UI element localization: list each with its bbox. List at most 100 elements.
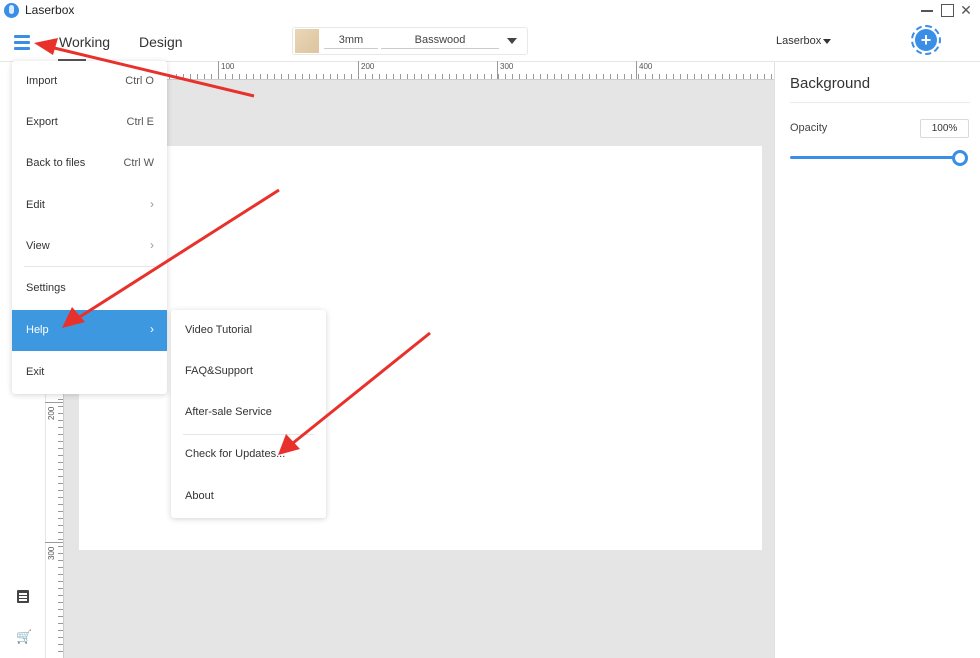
menu-item-back-to-files[interactable]: Back to files Ctrl W [12, 143, 167, 184]
ruler-tick [736, 74, 737, 79]
ruler-tick [365, 74, 366, 79]
maximize-icon[interactable] [938, 1, 956, 19]
opacity-slider-track[interactable] [790, 156, 960, 159]
menu-item-label: Import [26, 75, 58, 87]
chevron-right-icon: › [150, 238, 154, 252]
ruler-tick [526, 74, 527, 79]
ruler-tick [190, 74, 191, 79]
ruler-tick [58, 462, 63, 463]
ruler-tick [58, 574, 63, 575]
ruler-tick [596, 74, 597, 79]
ruler-tick [463, 74, 464, 79]
ruler-tick [603, 74, 604, 79]
ruler-tick [554, 74, 555, 79]
menu-item-settings[interactable]: Settings [12, 268, 167, 309]
ruler-tick [659, 74, 660, 79]
ruler-tick [470, 74, 471, 79]
opacity-input[interactable]: 100% [920, 119, 969, 138]
ruler-tick [666, 74, 667, 79]
connect-device-button[interactable]: + [911, 25, 941, 55]
opacity-slider-thumb[interactable] [952, 150, 968, 166]
ruler-tick [491, 74, 492, 79]
submenu-item-after-sale-service[interactable]: After-sale Service [171, 392, 326, 433]
ruler-tick [771, 74, 772, 79]
ruler-tick [58, 455, 63, 456]
ruler-tick [58, 546, 63, 547]
tab-working[interactable]: Working [59, 34, 110, 50]
top-toolbar: Working Design 3mm Basswood Laserbox + [0, 22, 980, 62]
ruler-tick [533, 74, 534, 79]
ruler-tick [58, 525, 63, 526]
ruler-tick [442, 74, 443, 79]
ruler-tick [58, 441, 63, 442]
menu-item-help[interactable]: Help › [12, 310, 167, 351]
device-chevron-down-icon[interactable] [823, 39, 831, 44]
close-icon[interactable]: ✕ [957, 1, 975, 19]
submenu-item-check-for-updates[interactable]: Check for Updates... [171, 434, 326, 475]
ruler-major-tick [358, 61, 359, 79]
ruler-tick [239, 74, 240, 79]
ruler-tick [58, 497, 63, 498]
ruler-label: 100 [221, 62, 235, 71]
minimize-icon[interactable] [918, 1, 936, 19]
ruler-tick [393, 74, 394, 79]
ruler-tick [484, 74, 485, 79]
menu-item-label: Help [26, 324, 49, 336]
ruler-tick [631, 74, 632, 79]
submenu-item-about[interactable]: About [171, 476, 326, 517]
chevron-right-icon: › [150, 197, 154, 211]
ruler-tick [687, 74, 688, 79]
ruler-tick [58, 490, 63, 491]
tab-design[interactable]: Design [139, 34, 183, 50]
ruler-tick [512, 74, 513, 79]
menu-item-import[interactable]: Import Ctrl O [12, 61, 167, 102]
ruler-tick [183, 74, 184, 79]
menu-item-exit[interactable]: Exit [12, 352, 167, 393]
ruler-tick [505, 74, 506, 79]
ruler-tick [351, 74, 352, 79]
ruler-tick [58, 602, 63, 603]
ruler-tick [407, 74, 408, 79]
ruler-label: 200 [47, 406, 56, 420]
main-menu: Import Ctrl O Export Ctrl E Back to file… [12, 61, 167, 394]
material-field[interactable]: Basswood [381, 34, 499, 49]
ruler-tick [58, 623, 63, 624]
submenu-item-faq-support[interactable]: FAQ&Support [171, 351, 326, 392]
ruler-tick [176, 74, 177, 79]
ruler-tick [582, 74, 583, 79]
chevron-down-icon[interactable] [507, 38, 517, 44]
ruler-tick [260, 74, 261, 79]
ruler-tick [638, 74, 639, 79]
ruler-tick [58, 511, 63, 512]
ruler-tick [617, 74, 618, 79]
menu-item-label: Export [26, 116, 58, 128]
ruler-tick [274, 74, 275, 79]
ruler-tick [288, 74, 289, 79]
ruler-tick [246, 74, 247, 79]
menu-item-label: Settings [26, 282, 66, 294]
menu-item-export[interactable]: Export Ctrl E [12, 102, 167, 143]
material-selector[interactable]: 3mm Basswood [292, 27, 528, 55]
chevron-right-icon: › [150, 322, 154, 336]
ruler-tick [204, 74, 205, 79]
submenu-item-label: About [185, 490, 214, 502]
cart-icon[interactable]: 🛒 [16, 630, 32, 644]
ruler-label: 400 [639, 62, 653, 71]
hamburger-menu-icon[interactable] [14, 34, 32, 50]
note-icon[interactable] [16, 590, 30, 604]
ruler-tick [58, 518, 63, 519]
ruler-tick [568, 74, 569, 79]
device-selector[interactable]: Laserbox [776, 35, 821, 47]
ruler-tick [652, 74, 653, 79]
ruler-tick [519, 74, 520, 79]
ruler-label: 300 [500, 62, 514, 71]
ruler-major-tick [636, 61, 637, 79]
thickness-field[interactable]: 3mm [324, 34, 378, 49]
menu-item-view[interactable]: View › [12, 226, 167, 267]
ruler-tick [58, 567, 63, 568]
submenu-item-video-tutorial[interactable]: Video Tutorial [171, 310, 326, 351]
menu-item-edit[interactable]: Edit › [12, 185, 167, 226]
divider [790, 102, 970, 103]
ruler-tick [58, 532, 63, 533]
ruler-tick [58, 644, 63, 645]
